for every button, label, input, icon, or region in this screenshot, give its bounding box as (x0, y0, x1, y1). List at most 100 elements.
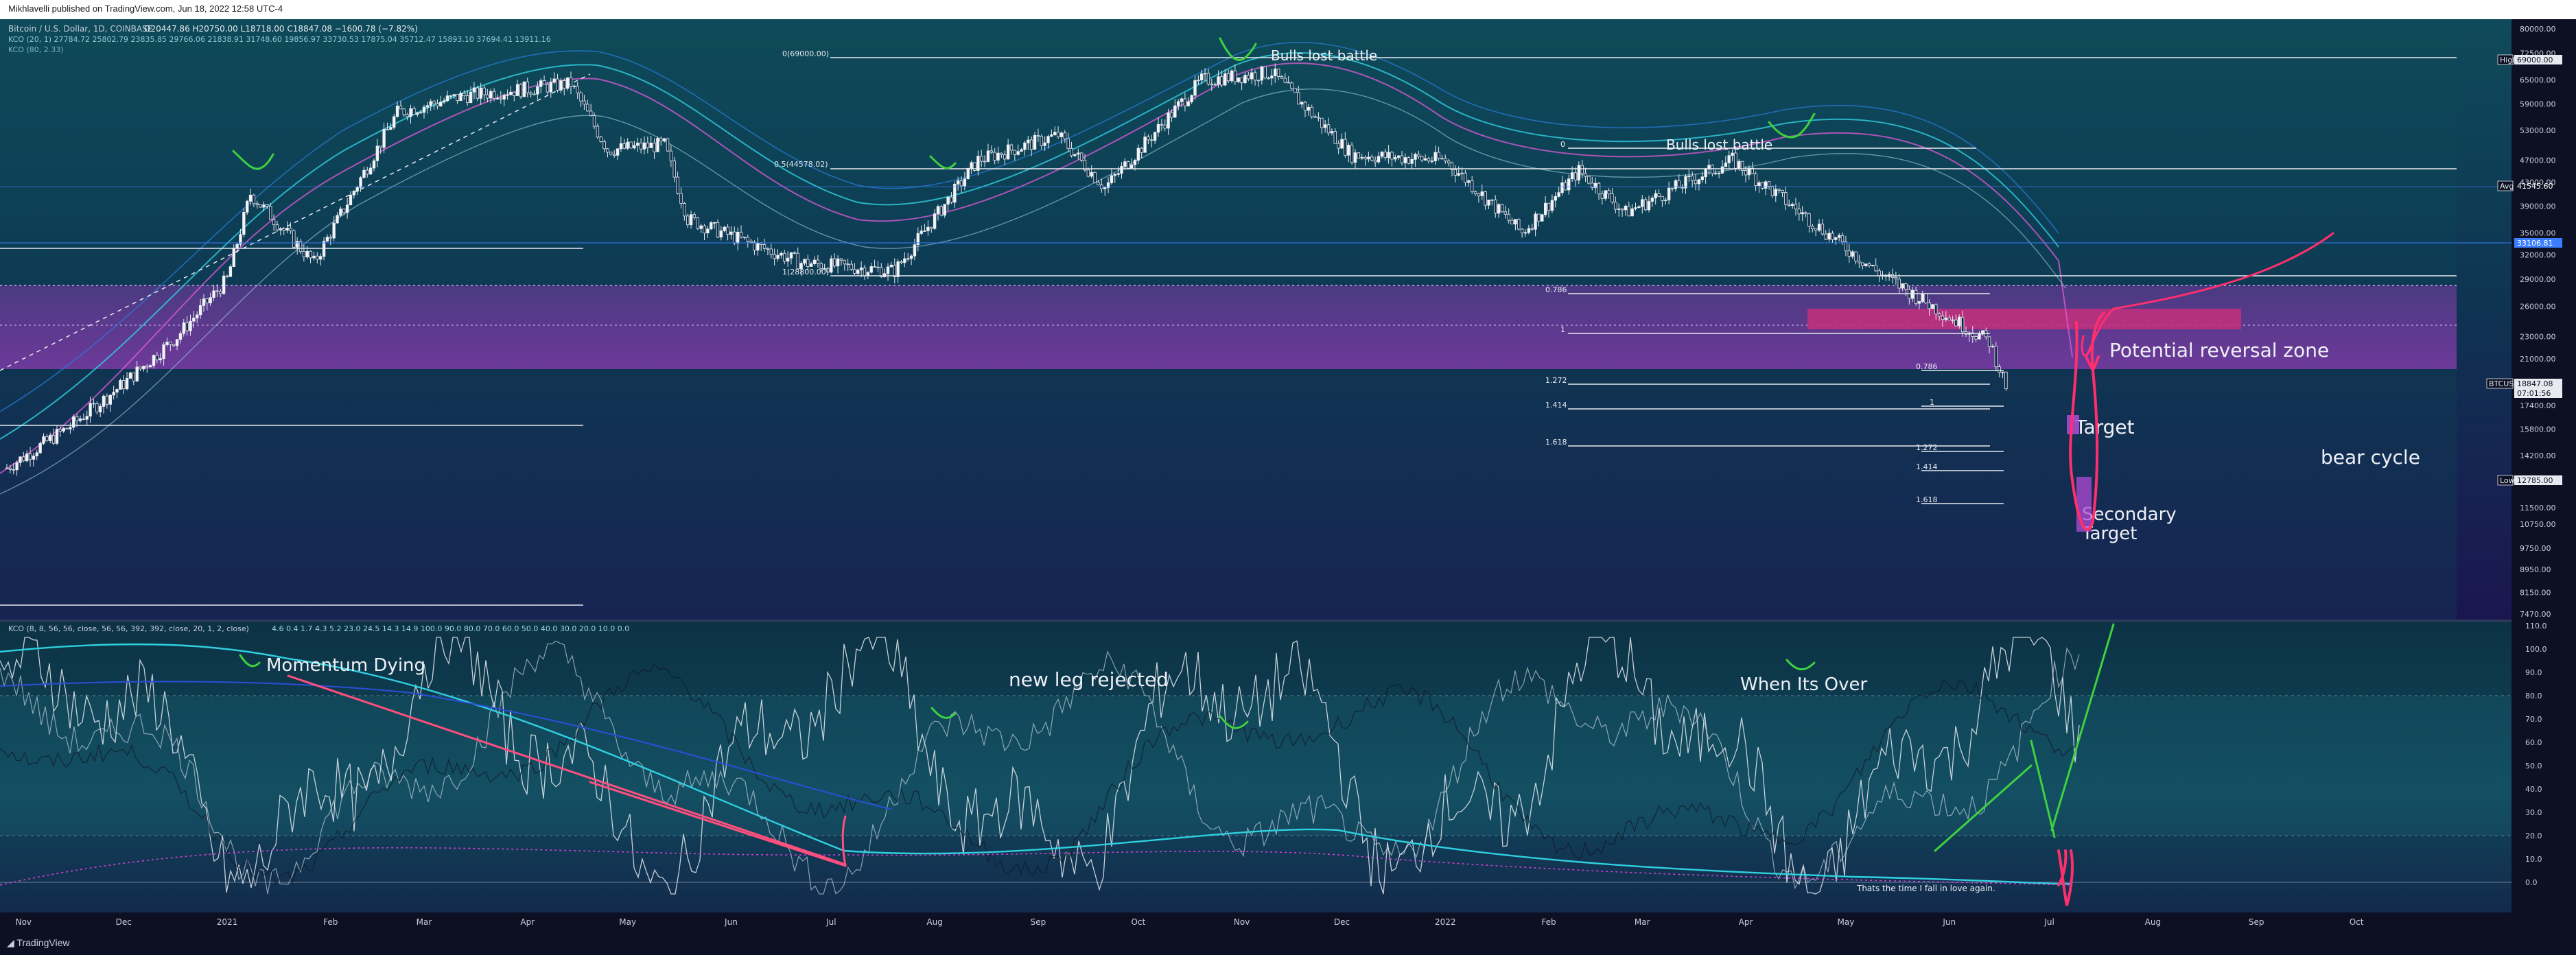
tradingview-logo[interactable]: ◢ TradingView (7, 937, 69, 949)
candle-body (679, 193, 683, 204)
avg-tag-label: Avg (2500, 182, 2514, 191)
btcusd-tag-time: 07:01:56 (2517, 389, 2551, 398)
fib-label: 1(28800.00) (782, 268, 829, 276)
candle-body (803, 259, 806, 264)
candle-body (1614, 202, 1617, 210)
candle-body (666, 138, 670, 152)
candle-body (939, 206, 944, 216)
candle-body (25, 453, 29, 462)
candle-body (1978, 333, 1981, 340)
candle-body (786, 257, 790, 262)
candle-body (1133, 160, 1137, 165)
candle-body (8, 467, 12, 470)
candle-body (983, 161, 987, 163)
candle-body (1697, 179, 1701, 185)
fib-label: 0 (1560, 140, 1565, 149)
candle-body (789, 252, 793, 259)
price-tick-label: 10750.00 (2520, 520, 2556, 529)
candle-body (1129, 164, 1134, 169)
candle-body (1573, 172, 1578, 180)
kco-indicator-1: KCO (20, 1) 27784.72 25802.79 23835.85 2… (8, 35, 551, 44)
candle-body (542, 80, 546, 85)
candle-body (1874, 265, 1877, 272)
time-tick-label: Jul (826, 917, 836, 927)
candle-body (1731, 152, 1734, 156)
time-tick-label: Mar (417, 917, 432, 927)
candle-body (1243, 75, 1247, 83)
candle-body (613, 154, 616, 156)
candle-body (1584, 173, 1587, 177)
candle-body (1627, 205, 1630, 217)
candle-body (45, 436, 49, 441)
time-tick-label: Apr (520, 917, 535, 927)
low-tag-value: 12785.00 (2517, 476, 2553, 485)
candle-body (119, 380, 122, 390)
time-tick-label: Jul (2044, 917, 2054, 927)
candle-body (710, 222, 713, 230)
candle-body (192, 318, 196, 322)
candle-body (1287, 82, 1290, 84)
candle-body (459, 93, 462, 102)
chart-canvas[interactable]: Bitcoin / U.S. Dollar, 1D, COINBASE O204… (0, 0, 2576, 955)
candle-body (345, 204, 349, 213)
time-tick-label: Feb (1541, 917, 1556, 927)
candle-body (843, 259, 847, 265)
candle-body (1484, 191, 1487, 206)
candle-body (152, 355, 156, 366)
candle-body (1557, 192, 1560, 197)
candle-body (1784, 192, 1788, 205)
candle-body (1320, 117, 1324, 128)
candle-body (5, 467, 9, 469)
candle-body (1497, 204, 1501, 214)
candle-body (1290, 82, 1293, 89)
candle-body (196, 314, 199, 318)
candle-body (339, 209, 342, 216)
candle-body (242, 211, 246, 235)
candle-body (215, 290, 219, 292)
candle-body (1447, 161, 1451, 163)
candle-body (1924, 293, 1928, 303)
osc-tick-label: 90.0 (2525, 668, 2542, 677)
candle-body (749, 240, 753, 243)
candle-body (85, 416, 89, 420)
tradingview-brand: TradingView (16, 937, 70, 948)
candle-body (1914, 290, 1918, 304)
candle-body (95, 403, 99, 412)
candle-body (1817, 224, 1821, 231)
annotation-fall-in-love: Thats the time I fall in love again. (1856, 884, 1995, 893)
candle-body (579, 92, 583, 102)
candle-body (836, 258, 840, 267)
osc-tick-label: 110.0 (2525, 622, 2547, 630)
candle-body (1090, 172, 1093, 177)
price-tick-label: 8950.00 (2520, 565, 2551, 574)
candle-body (469, 91, 473, 103)
candle-body (1704, 169, 1707, 178)
price-tick-label: 8150.00 (2520, 589, 2551, 598)
candle-body (1000, 152, 1003, 156)
candle-body (586, 104, 589, 112)
candle-body (252, 194, 256, 204)
candle-body (442, 100, 446, 103)
candle-body (479, 87, 482, 99)
candle-body (1310, 106, 1313, 117)
candle-body (1790, 204, 1794, 207)
candle-body (412, 108, 416, 115)
candle-body (699, 225, 703, 229)
candle-body (913, 244, 917, 257)
candle-body (1444, 158, 1447, 162)
candle-body (1077, 152, 1080, 155)
candle-body (1947, 317, 1951, 321)
time-tick-label: Nov (1234, 917, 1250, 927)
candle-body (980, 156, 983, 162)
candle-body (456, 94, 459, 102)
candle-body (332, 222, 336, 239)
candle-body (773, 254, 776, 259)
candle-body (359, 177, 362, 188)
candle-body (990, 150, 994, 153)
osc-tick-label: 40.0 (2525, 785, 2542, 794)
candle-body (22, 456, 25, 462)
price-tick-label: 21000.00 (2520, 355, 2556, 364)
candle-body (255, 203, 259, 205)
candle-body (395, 105, 399, 117)
candle-body (229, 266, 233, 277)
